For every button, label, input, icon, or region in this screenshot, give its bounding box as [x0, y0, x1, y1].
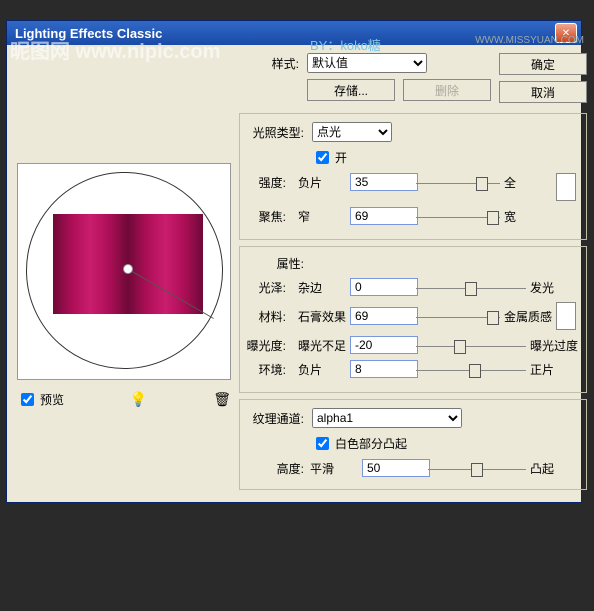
cancel-button[interactable]: 取消 — [499, 81, 587, 103]
texture-channel-select[interactable]: alpha1 — [312, 408, 462, 428]
white-high-checkbox[interactable]: 白色部分凸起 — [312, 434, 407, 453]
preview-canvas[interactable] — [17, 163, 231, 380]
ambience-label: 环境: — [244, 361, 286, 378]
properties-label: 属性: — [244, 255, 304, 272]
light-color-swatch[interactable] — [556, 173, 576, 201]
focus-input[interactable] — [350, 207, 418, 225]
texture-group: 纹理通道: alpha1 白色部分凸起 高度: 平滑 凸起 — [239, 399, 587, 490]
light-type-select[interactable]: 点光 — [312, 122, 392, 142]
white-high-label: 白色部分凸起 — [335, 435, 407, 452]
preview-checkbox[interactable]: 预览 — [17, 390, 64, 409]
light-on-checkbox[interactable]: 开 — [312, 148, 347, 167]
height-right-label: 凸起 — [530, 460, 578, 477]
height-slider[interactable] — [428, 459, 526, 477]
ambience-color-swatch[interactable] — [556, 302, 576, 330]
focus-label: 聚焦: — [244, 208, 286, 225]
gloss-label: 光泽: — [244, 279, 286, 296]
delete-button[interactable]: 删除 — [403, 79, 491, 101]
intensity-slider[interactable] — [416, 173, 500, 191]
window-title: Lighting Effects Classic — [11, 26, 553, 41]
focus-slider[interactable] — [416, 207, 500, 225]
material-left-label: 石膏效果 — [298, 308, 346, 325]
intensity-right-label: 全 — [504, 174, 552, 191]
gloss-slider[interactable] — [416, 278, 526, 296]
ambience-slider[interactable] — [416, 360, 526, 378]
gloss-left-label: 杂边 — [298, 279, 346, 296]
properties-group: 属性: 光泽: 杂边 发光 材料: 石膏效果 金属质感 曝光 — [239, 246, 587, 393]
focus-left-label: 窄 — [298, 208, 346, 225]
ok-button[interactable]: 确定 — [499, 53, 587, 75]
trash-icon[interactable]: 🗑 — [213, 391, 231, 408]
gloss-input[interactable] — [350, 278, 418, 296]
intensity-label: 强度: — [244, 174, 286, 191]
preview-label: 预览 — [40, 391, 64, 408]
exposure-left-label: 曝光不足 — [298, 337, 346, 354]
exposure-right-label: 曝光过度 — [530, 337, 578, 354]
height-left-label: 平滑 — [310, 460, 358, 477]
height-input[interactable] — [362, 459, 430, 477]
texture-label: 纹理通道: — [244, 410, 304, 427]
light-type-group: 光照类型: 点光 开 强度: 负片 全 聚焦: 窄 — [239, 113, 587, 240]
focus-right-label: 宽 — [504, 208, 552, 225]
height-label: 高度: — [244, 460, 304, 477]
material-input[interactable] — [350, 307, 418, 325]
intensity-input[interactable] — [350, 173, 418, 191]
lightbulb-icon[interactable]: 💡 — [130, 391, 147, 408]
light-on-label: 开 — [335, 149, 347, 166]
gloss-right-label: 发光 — [530, 279, 578, 296]
exposure-input[interactable] — [350, 336, 418, 354]
save-button[interactable]: 存储... — [307, 79, 395, 101]
light-center-handle[interactable] — [123, 264, 133, 274]
exposure-slider[interactable] — [416, 336, 526, 354]
light-type-label: 光照类型: — [244, 124, 304, 141]
style-select[interactable]: 默认值 — [307, 53, 427, 73]
ambience-right-label: 正片 — [530, 361, 578, 378]
ambience-input[interactable] — [350, 360, 418, 378]
material-right-label: 金属质感 — [504, 308, 552, 325]
style-label: 样式: — [239, 55, 299, 72]
material-slider[interactable] — [416, 307, 500, 325]
material-label: 材料: — [244, 308, 286, 325]
lighting-effects-dialog: Lighting Effects Classic ✕ 预览 💡 🗑 — [6, 20, 582, 503]
close-button[interactable]: ✕ — [555, 23, 577, 43]
exposure-label: 曝光度: — [244, 337, 286, 354]
titlebar: Lighting Effects Classic ✕ — [7, 21, 581, 45]
intensity-left-label: 负片 — [298, 174, 346, 191]
ambience-left-label: 负片 — [298, 361, 346, 378]
